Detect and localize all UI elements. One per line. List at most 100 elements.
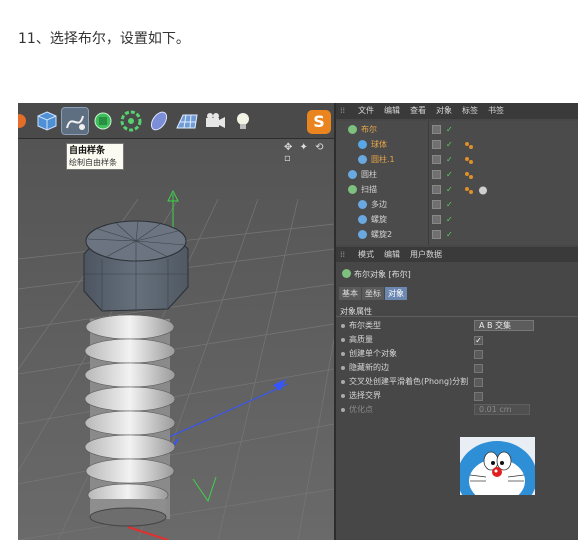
enabled-check-icon[interactable]: ✓: [446, 212, 453, 227]
tool-button-partial[interactable]: [18, 108, 32, 134]
property-row: 优化点 0.01 cm: [336, 403, 578, 417]
menu-view[interactable]: 查看: [410, 103, 426, 119]
menu-mode[interactable]: 模式: [358, 247, 374, 262]
column-separator: [428, 121, 429, 245]
visibility-toggle[interactable]: [432, 155, 441, 164]
visibility-toggle[interactable]: [432, 185, 441, 194]
phong-tag-icon[interactable]: [464, 185, 474, 194]
object-row[interactable]: 圆柱 ✓: [336, 167, 578, 182]
property-row: 布尔类型 A B 交集: [336, 319, 578, 333]
object-manager-menu: ⁞⁞ 文件 编辑 查看 对象 标签 书签: [336, 103, 578, 119]
tooltip-description: 绘制自由样条: [69, 158, 117, 167]
property-dot-icon: [341, 408, 345, 412]
floor-icon[interactable]: [174, 108, 200, 134]
main-toolbar: S: [18, 103, 334, 139]
object-name: 圆柱: [361, 170, 377, 179]
material-tag-icon[interactable]: [478, 185, 488, 195]
light-icon[interactable]: [230, 108, 256, 134]
deformer-icon[interactable]: [146, 108, 172, 134]
doraemon-sticker-image: [460, 437, 535, 495]
enabled-check-icon[interactable]: ✓: [446, 152, 453, 167]
object-name: 扫描: [361, 185, 377, 194]
menu-bookmarks[interactable]: 书签: [488, 103, 504, 119]
phong-tag-icon[interactable]: [464, 140, 474, 149]
object-name: 螺旋: [371, 215, 387, 224]
object-name: 布尔: [361, 125, 377, 134]
nurbs-icon[interactable]: [90, 108, 116, 134]
tab-basic[interactable]: 基本: [339, 287, 361, 300]
property-dot-icon: [341, 366, 345, 370]
property-row: 隐藏新的边: [336, 361, 578, 375]
menu-tags[interactable]: 标签: [462, 103, 478, 119]
object-row[interactable]: 圆柱.1 ✓: [336, 152, 578, 167]
menu-edit-attr[interactable]: 编辑: [384, 247, 400, 262]
object-row[interactable]: 螺旋 ✓: [336, 212, 578, 227]
right-panel: ⁞⁞ 文件 编辑 查看 对象 标签 书签 布尔 ✓ 球体 ✓ 圆柱.1 ✓ 圆柱 ✓ 扫描 ✓ 多边…: [334, 103, 578, 540]
enabled-check-icon[interactable]: ✓: [446, 137, 453, 152]
visibility-toggle[interactable]: [432, 200, 441, 209]
menu-user-data[interactable]: 用户数据: [410, 247, 442, 262]
property-checkbox[interactable]: [474, 350, 483, 359]
property-label: 高质量: [349, 335, 373, 344]
enabled-check-icon[interactable]: ✓: [446, 182, 453, 197]
viewport-grid: [18, 139, 334, 540]
property-checkbox[interactable]: [474, 392, 483, 401]
property-checkbox[interactable]: ✓: [474, 336, 483, 345]
property-dot-icon: [341, 324, 345, 328]
boolean-type-dropdown[interactable]: A B 交集: [474, 320, 534, 331]
property-dot-icon: [341, 338, 345, 342]
property-label: 隐藏新的边: [349, 363, 389, 372]
cylinder-icon: [348, 170, 357, 179]
enabled-check-icon[interactable]: ✓: [446, 227, 453, 242]
object-row[interactable]: 螺旋2 ✓: [336, 227, 578, 242]
cylinder-icon: [358, 155, 367, 164]
boole-icon: [342, 269, 351, 278]
step-caption: 11、选择布尔，设置如下。: [18, 31, 190, 47]
visibility-toggle[interactable]: [432, 125, 441, 134]
visibility-toggle[interactable]: [432, 140, 441, 149]
menu-file[interactable]: 文件: [358, 103, 374, 119]
sweep-icon: [348, 185, 357, 194]
visibility-toggle[interactable]: [432, 215, 441, 224]
freehand-spline-icon[interactable]: [61, 107, 89, 135]
property-label: 优化点: [349, 405, 373, 414]
property-checkbox[interactable]: [474, 378, 483, 387]
property-row: 高质量 ✓: [336, 333, 578, 347]
enabled-check-icon[interactable]: ✓: [446, 167, 453, 182]
camera-icon[interactable]: [202, 108, 228, 134]
tab-coord[interactable]: 坐标: [362, 287, 384, 300]
object-name: 多边: [371, 200, 387, 209]
menu-grip-icon: ⁞⁞: [340, 250, 346, 259]
attribute-manager-menu: ⁞⁞ 模式 编辑 用户数据: [336, 247, 578, 262]
property-label: 交叉处创建平滑着色(Phong)分割: [349, 377, 469, 386]
viewport-nav-icons[interactable]: ✥ ✦ ⟲ ▫: [284, 142, 332, 164]
visibility-toggle[interactable]: [432, 170, 441, 179]
helix-icon: [358, 215, 367, 224]
menu-grip-icon: ⁞⁞: [340, 106, 346, 115]
tooltip-freehand-spline: 自由样条 绘制自由样条: [66, 143, 124, 170]
plugin-logo-icon[interactable]: S: [307, 110, 331, 134]
section-object-properties: 对象属性: [336, 306, 578, 317]
tab-object[interactable]: 对象: [385, 287, 407, 300]
object-row[interactable]: 布尔 ✓: [336, 122, 578, 137]
menu-objects[interactable]: 对象: [436, 103, 452, 119]
object-row[interactable]: 球体 ✓: [336, 137, 578, 152]
property-checkbox[interactable]: [474, 364, 483, 373]
property-row: 选择交界: [336, 389, 578, 403]
object-row[interactable]: 扫描 ✓: [336, 182, 578, 197]
optimize-points-field[interactable]: 0.01 cm: [474, 404, 530, 415]
object-name: 圆柱.1: [371, 155, 395, 164]
property-label: 布尔类型: [349, 321, 381, 330]
phong-tag-icon[interactable]: [464, 155, 474, 164]
cube-icon[interactable]: [34, 108, 60, 134]
menu-edit[interactable]: 编辑: [384, 103, 400, 119]
phong-tag-icon[interactable]: [464, 170, 474, 179]
property-label: 选择交界: [349, 391, 381, 400]
property-row: 交叉处创建平滑着色(Phong)分割: [336, 375, 578, 389]
cloner-icon[interactable]: [118, 108, 144, 134]
enabled-check-icon[interactable]: ✓: [446, 122, 453, 137]
enabled-check-icon[interactable]: ✓: [446, 197, 453, 212]
object-row[interactable]: 多边 ✓: [336, 197, 578, 212]
viewport[interactable]: ✥ ✦ ⟲ ▫: [18, 139, 334, 540]
visibility-toggle[interactable]: [432, 230, 441, 239]
